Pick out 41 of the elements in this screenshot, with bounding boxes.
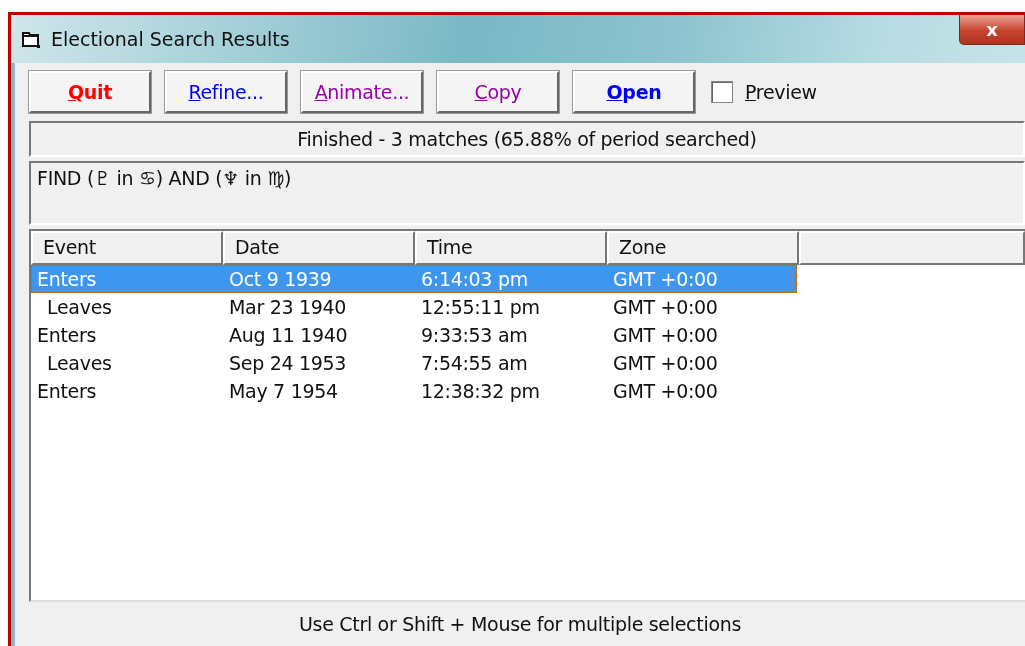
table-cell-text: Enters [36, 380, 98, 402]
hint-text: Use Ctrl or Shift + Mouse for multiple selections [297, 612, 743, 637]
checkbox-label[interactable]: Preview [745, 81, 817, 103]
table-cell-text: 9:33:53 am [420, 324, 529, 346]
column-header[interactable]: Event [31, 231, 223, 265]
window-icon [21, 30, 41, 48]
table-cell-text: 6:14:03 pm [420, 268, 529, 290]
table-cell-text: GMT +0:00 [612, 352, 719, 374]
table-cell-text: Leaves [46, 296, 113, 318]
table-cell-text: GMT +0:00 [612, 296, 719, 318]
toolbar-button[interactable]: Quit [29, 71, 151, 113]
table-cell-text: Enters [36, 324, 98, 346]
table-cell-text: Sep 24 1953 [228, 352, 348, 374]
table-cell-text: Leaves [46, 352, 113, 374]
table-cell-text: Mar 23 1940 [228, 296, 348, 318]
table-cell-text: GMT +0:00 [612, 268, 719, 290]
table-cell-text: Oct 9 1939 [228, 268, 333, 290]
column-header[interactable]: Zone [607, 231, 799, 265]
table-cell-text: May 7 1954 [228, 380, 339, 402]
table-cell-text: GMT +0:00 [612, 324, 719, 346]
toolbar-button[interactable]: Animate... [301, 71, 423, 113]
preview-checkbox[interactable] [711, 81, 733, 103]
list-row[interactable]: Leaves Sep 24 1953 7:54:55 am GMT +0:00 [31, 349, 797, 377]
query-text: FIND (♇ in ♋) AND (♆ in ♍) [29, 161, 1025, 225]
window-title: Electional Search Results [51, 28, 290, 50]
status-text: Finished - 3 matches (65.88% of period searched) [29, 121, 1025, 157]
toolbar-button[interactable]: Copy [437, 71, 559, 113]
table-cell-text: 12:55:11 pm [420, 296, 541, 318]
table-cell-text: 7:54:55 am [420, 352, 529, 374]
list-row[interactable]: Leaves Mar 23 1940 12:55:11 pm GMT +0:00 [31, 293, 797, 321]
column-header[interactable]: Date [223, 231, 415, 265]
table-cell-text: 12:38:32 pm [420, 380, 541, 402]
list-row[interactable]: Enters Aug 11 1940 9:33:53 am GMT +0:00 [31, 321, 797, 349]
toolbar-button[interactable]: Refine... [165, 71, 287, 113]
close-button[interactable]: x [959, 15, 1025, 45]
column-header[interactable]: Time [415, 231, 607, 265]
table-cell-text: Aug 11 1940 [228, 324, 349, 346]
list-row[interactable]: Enters May 7 1954 12:38:32 pm GMT +0:00 [31, 377, 797, 405]
table-cell-text: GMT +0:00 [612, 380, 719, 402]
table-cell-text: Enters [36, 268, 98, 290]
toolbar-button[interactable]: Open [573, 71, 695, 113]
